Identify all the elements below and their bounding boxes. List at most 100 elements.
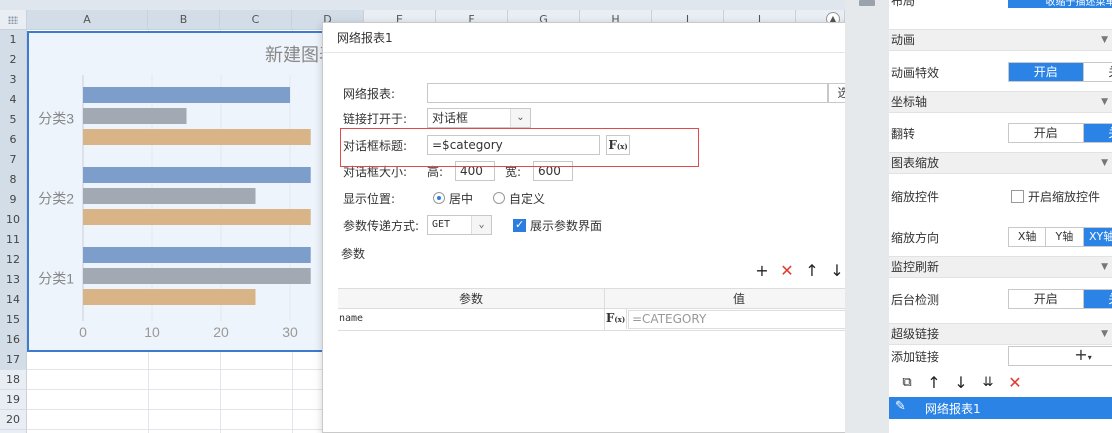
pass-method-select[interactable]: GET ⌄ (427, 215, 492, 235)
row-header[interactable]: 7 (0, 150, 27, 170)
row-header[interactable]: 14 (0, 290, 27, 310)
row-header[interactable]: 5 (0, 110, 27, 130)
param-col-value: 值 (732, 292, 745, 306)
zoom-dir-xy[interactable]: XY轴 (1082, 228, 1112, 246)
bg-check-on-button[interactable]: 开启 (1009, 290, 1083, 308)
bg-check-toggle: 开启 关闭 (1008, 289, 1112, 309)
anim-effect-toggle: 开启 关闭 (1008, 62, 1112, 82)
flip-toggle: 开启 关闭 (1008, 123, 1112, 143)
row-header[interactable]: 15 (0, 310, 27, 330)
chart-bar (83, 87, 290, 103)
flip-off-button[interactable]: 关闭 (1082, 124, 1112, 142)
column-header-b[interactable]: B (148, 10, 220, 30)
chart-placeholder[interactable]: 新建图表 分类3 分类2 分类1 0 10 20 30 (27, 31, 345, 352)
table-row[interactable]: name F(x) =CATEGORY (338, 309, 873, 331)
column-header-c[interactable]: C (220, 10, 292, 30)
arrow-up-icon[interactable]: ↑ (804, 263, 820, 279)
position-row: 显示位置: 居中 自定义 (343, 187, 545, 209)
add-link-row: 添加链接 +▾ (889, 344, 1112, 368)
arrow-down-icon[interactable]: ↓ (829, 263, 845, 279)
row-header[interactable]: 3 (0, 70, 27, 90)
params-table-header: 参数 值 (338, 289, 873, 309)
report-row: 网络报表: 选择 (343, 82, 871, 104)
row-header[interactable]: 9 (0, 190, 27, 210)
chevron-down-icon: ⌄ (510, 109, 530, 127)
row-header[interactable]: 10 (0, 210, 27, 230)
zoom-ctrl-checkbox-label: 开启缩放控件 (1028, 190, 1101, 204)
add-link-label: 添加链接 (891, 350, 940, 364)
add-link-button[interactable]: +▾ (1008, 346, 1112, 366)
row-header[interactable]: 4 (0, 90, 27, 110)
dialog-title: 网络报表1 (323, 23, 876, 53)
params-table: 参数 值 name F(x) =CATEGORY (338, 288, 873, 331)
panel-tab-icon[interactable] (859, 0, 875, 6)
layout-select[interactable]: 收缩于描述菜单内 (1008, 0, 1112, 8)
row-header[interactable]: 11 (0, 230, 27, 250)
section-animation[interactable]: 动画 ▼ (889, 29, 1112, 51)
show-params-checkbox[interactable] (513, 218, 526, 232)
highlight-box (340, 128, 699, 167)
zoom-dir-y[interactable]: Y轴 (1045, 228, 1083, 246)
section-zoom-title: 图表缩放 (891, 156, 940, 170)
zoom-ctrl-label: 缩放控件 (891, 190, 940, 204)
flip-on-button[interactable]: 开启 (1009, 124, 1083, 142)
row-header[interactable]: 1 (0, 30, 27, 50)
section-zoom[interactable]: 图表缩放 ▼ (889, 152, 1112, 174)
row-header[interactable]: 17 (0, 350, 27, 370)
zoom-dir-x[interactable]: X轴 (1009, 228, 1046, 246)
bg-check-off-button[interactable]: 关闭 (1082, 290, 1112, 308)
arrow-up-icon[interactable]: ↑ (926, 375, 942, 391)
section-refresh[interactable]: 监控刷新 ▼ (889, 256, 1112, 278)
zoom-ctrl-checkbox[interactable] (1011, 190, 1024, 203)
link-open-select[interactable]: 对话框 ⌄ (427, 108, 531, 128)
param-value-cell[interactable]: =CATEGORY (628, 310, 871, 329)
radio-custom-label: 自定义 (509, 191, 546, 206)
report-input[interactable] (427, 83, 828, 103)
param-col-name: 参数 (338, 289, 605, 308)
anim-off-button[interactable]: 关闭 (1082, 63, 1112, 81)
anim-on-button[interactable]: 开启 (1009, 63, 1083, 81)
chevron-down-icon: ▼ (1101, 329, 1108, 339)
delete-icon[interactable]: ✕ (1007, 375, 1023, 391)
bar-chart[interactable]: 新建图表 分类3分类2分类1 0 10 20 30 (27, 31, 345, 352)
link-open-row: 链接打开于: 对话框 ⌄ (343, 107, 531, 129)
sheet-top-strip (0, 0, 845, 10)
copy-icon[interactable]: ⧉ (899, 375, 915, 391)
move-to-icon[interactable]: ⇊ (980, 375, 996, 391)
row-header[interactable]: 12 (0, 250, 27, 270)
radio-custom[interactable] (493, 192, 505, 204)
row-header[interactable]: 8 (0, 170, 27, 190)
chart-bar (83, 289, 256, 305)
param-name-cell[interactable]: name (338, 309, 605, 330)
section-hyperlink[interactable]: 超级链接 ▼ (889, 323, 1112, 345)
hyperlink-dialog: 网络报表1 网络报表: 选择 链接打开于: 对话框 ⌄ 对话框标题: =$cat… (322, 22, 877, 433)
row-header[interactable]: 6 (0, 130, 27, 150)
formula-fx-icon[interactable]: F(x) (605, 309, 627, 329)
edit-pencil-icon[interactable]: ✎ (895, 399, 906, 414)
layout-row: 布局 收缩于描述菜单内 (889, 0, 1112, 8)
add-icon[interactable]: + (754, 263, 770, 279)
chart-bar (83, 268, 311, 284)
row-header[interactable]: 2 (0, 50, 27, 70)
row-header[interactable]: 19 (0, 390, 27, 410)
zoom-dir-toggle: X轴 Y轴 XY轴 无 (1008, 227, 1112, 247)
chevron-down-icon: ▾ (1087, 353, 1092, 362)
link-toolbar: ⧉ ↑ ↓ ⇊ ✕ (899, 375, 1023, 391)
section-animation-title: 动画 (891, 33, 916, 47)
x-tick-label: 10 (144, 324, 160, 340)
row-header[interactable]: 18 (0, 370, 27, 390)
delete-icon[interactable]: ✕ (779, 263, 795, 279)
row-header[interactable]: 20 (0, 410, 27, 430)
chevron-down-icon: ⌄ (471, 216, 491, 234)
row-header[interactable]: 13 (0, 270, 27, 290)
category-label: 分类3 (38, 111, 74, 127)
row-header[interactable]: 16 (0, 330, 27, 350)
radio-center[interactable] (433, 192, 445, 204)
section-axis[interactable]: 坐标轴 ▼ (889, 91, 1112, 113)
section-axis-title: 坐标轴 (891, 95, 928, 109)
list-item[interactable]: ✎ 网络报表1 (889, 397, 1112, 419)
bg-check-label: 后台检测 (891, 293, 940, 307)
arrow-down-icon[interactable]: ↓ (953, 375, 969, 391)
select-all-corner[interactable] (0, 10, 27, 30)
column-header-a[interactable]: A (27, 10, 148, 30)
